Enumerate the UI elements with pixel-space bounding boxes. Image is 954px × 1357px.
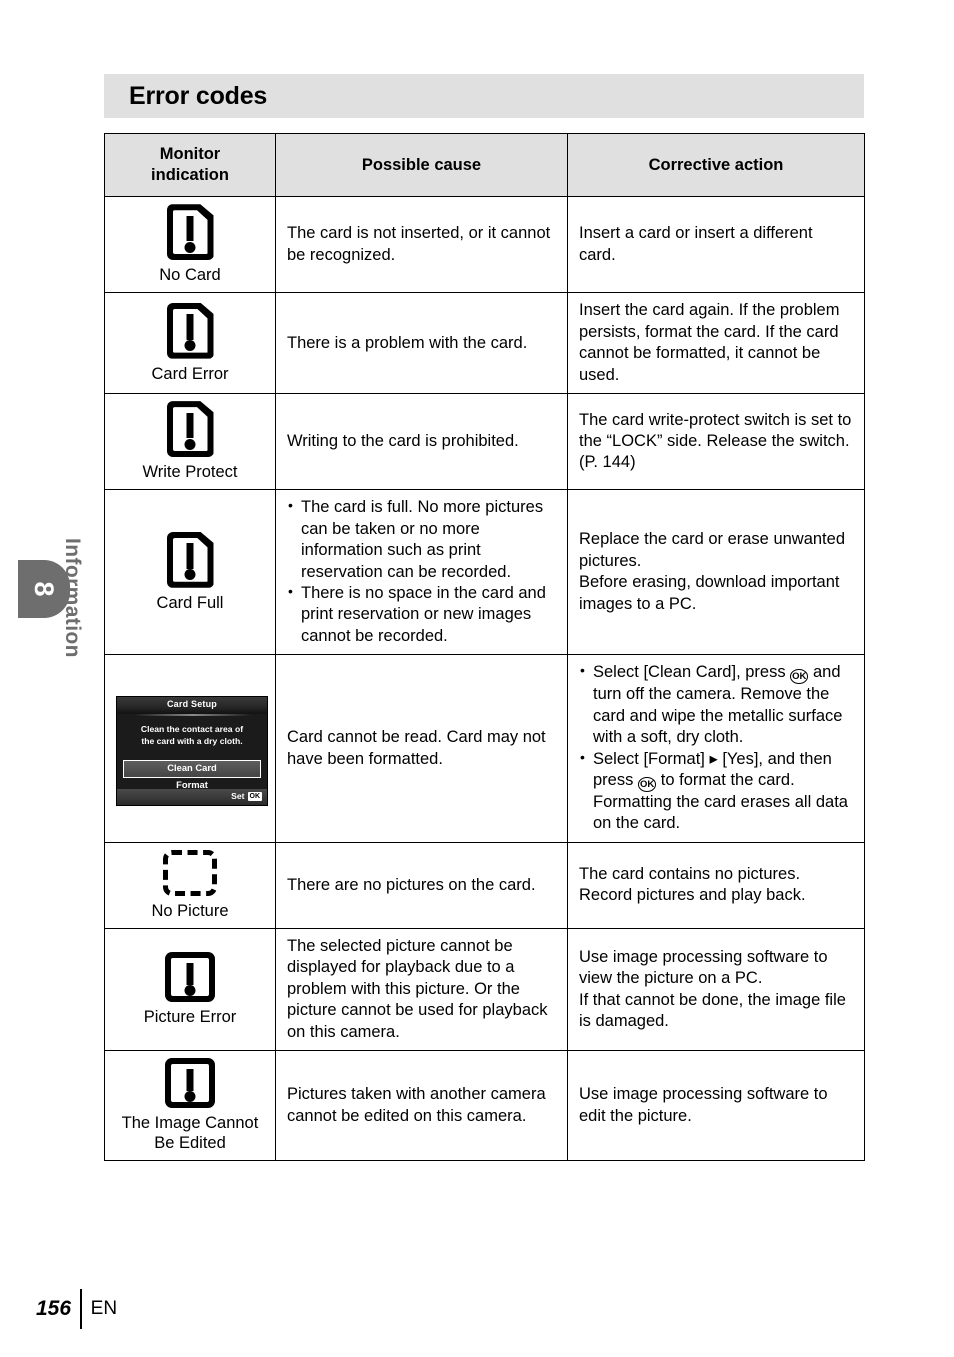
monitor-message-line1: Clean the contact area of <box>140 723 244 734</box>
possible-cause-cell: There are no pictures on the card. <box>275 841 568 930</box>
table-row: The Image Cannot Be Edited Pictures take… <box>104 1050 865 1162</box>
error-codes-table: Monitor indication Possible cause Correc… <box>104 132 865 1162</box>
possible-cause-cell: Writing to the card is prohibited. <box>275 393 568 491</box>
monitor-indication-cell: Write Protect <box>104 393 276 491</box>
action-bullet-list: Select [Clean Card], press OK and turn o… <box>579 661 853 835</box>
card-exclamation-icon <box>166 302 214 359</box>
monitor-title: Card Setup <box>117 696 267 714</box>
page-number: 156 <box>36 1297 72 1320</box>
monitor-menu-list: Clean Card Format <box>117 760 267 790</box>
monitor-message-line2: the card with a dry cloth. <box>141 736 243 747</box>
monitor-indication-cell: Card Full <box>104 489 276 656</box>
list-item: The card is full. No more pictures can b… <box>287 496 556 583</box>
list-item: Select [Format] ▸ [Yes], and then press … <box>579 748 853 835</box>
action-line: The card contains no pictures. <box>579 865 801 884</box>
corrective-action-cell: Select [Clean Card], press OK and turn o… <box>567 654 865 843</box>
page-title: Error codes <box>129 81 268 110</box>
action-line: Before erasing, download important image… <box>579 573 840 613</box>
corrective-action-cell: Insert the card again. If the problem pe… <box>567 292 865 395</box>
action-line: If that cannot be done, the image file i… <box>579 990 846 1031</box>
table-row: Write Protect Writing to the card is pro… <box>104 393 865 491</box>
footer-divider <box>80 1289 82 1329</box>
header-monitor-indication: Monitor indication <box>104 132 276 198</box>
corrective-action-cell: The card write-protect switch is set to … <box>567 393 865 491</box>
icon-label: Write Protect <box>142 463 238 482</box>
camera-monitor-card-setup-screen: Card Setup Clean the contact area of the… <box>116 695 268 806</box>
corrective-action-cell: The card contains no pictures. Record pi… <box>567 841 865 930</box>
monitor-indication-cell: Card Error <box>104 292 276 395</box>
action-line: Use image processing software to view th… <box>579 947 828 988</box>
monitor-menu-item-clean-card[interactable]: Clean Card <box>123 760 261 778</box>
icon-label: No Card <box>159 266 221 285</box>
square-exclamation-icon <box>165 1058 215 1109</box>
page-footer: 156 EN <box>36 1289 117 1329</box>
monitor-footer: Set OK <box>117 788 267 805</box>
monitor-indication-cell: No Card <box>104 196 276 294</box>
action-text-pre: Select [Clean Card], press <box>593 663 791 682</box>
square-exclamation-icon <box>165 952 215 1003</box>
header-corrective-action: Corrective action <box>567 132 865 198</box>
action-line: Replace the card or erase unwanted pictu… <box>579 530 845 570</box>
cause-bullet-list: The card is full. No more pictures can b… <box>287 496 556 647</box>
table-header-row: Monitor indication Possible cause Correc… <box>104 132 865 198</box>
section-title-band: Error codes <box>104 74 864 118</box>
icon-label-line1: The Image Cannot <box>121 1114 259 1133</box>
ok-button-icon: OK <box>790 669 809 685</box>
possible-cause-cell: Card cannot be read. Card may not have b… <box>275 654 568 843</box>
table-row: Card Error There is a problem with the c… <box>104 292 865 395</box>
header-monitor-indication-line1: Monitor <box>159 145 221 163</box>
possible-cause-cell: There is a problem with the card. <box>275 292 568 395</box>
icon-label: Card Error <box>151 364 229 383</box>
icon-label: No Picture <box>151 901 229 920</box>
possible-cause-cell: The card is not inserted, or it cannot b… <box>275 196 568 294</box>
card-exclamation-icon <box>166 204 214 261</box>
monitor-indication-cell: Picture Error <box>104 928 276 1052</box>
monitor-indication-cell: Card Setup Clean the contact area of the… <box>104 654 276 843</box>
chapter-rail: 8 Information <box>18 538 84 658</box>
possible-cause-cell: The selected picture cannot be displayed… <box>275 928 568 1052</box>
dashed-frame-icon <box>163 849 217 896</box>
icon-label: Picture Error <box>143 1008 237 1027</box>
corrective-action-cell: Use image processing software to view th… <box>567 928 865 1052</box>
table-row: Picture Error The selected picture canno… <box>104 928 865 1052</box>
icon-label: Card Full <box>156 593 224 612</box>
table-row: No Card The card is not inserted, or it … <box>104 196 865 294</box>
list-item: There is no space in the card and print … <box>287 582 556 647</box>
action-line: Record pictures and play back. <box>579 886 806 905</box>
corrective-action-cell: Insert a card or insert a different card… <box>567 196 865 294</box>
possible-cause-cell: The card is full. No more pictures can b… <box>275 489 568 656</box>
monitor-indication-cell: No Picture <box>104 841 276 930</box>
ok-button-icon: OK <box>247 792 262 802</box>
card-exclamation-icon <box>166 531 214 588</box>
ok-button-icon: OK <box>637 777 657 793</box>
monitor-footer-label: Set <box>231 791 245 801</box>
corrective-action-cell: Use image processing software to edit th… <box>567 1050 865 1162</box>
table-row: Card Setup Clean the contact area of the… <box>104 654 865 843</box>
card-exclamation-icon <box>166 401 214 458</box>
corrective-action-cell: Replace the card or erase unwanted pictu… <box>567 489 865 656</box>
list-item: Select [Clean Card], press OK and turn o… <box>579 661 853 748</box>
table-row: No Picture There are no pictures on the … <box>104 841 865 930</box>
icon-label-line2: Be Edited <box>154 1134 226 1153</box>
chapter-name: Information <box>61 538 84 658</box>
possible-cause-cell: Pictures taken with another camera canno… <box>275 1050 568 1162</box>
header-possible-cause: Possible cause <box>275 132 568 198</box>
table-row: Card Full The card is full. No more pict… <box>104 489 865 656</box>
manual-page: 8 Information Error codes Monitor indica… <box>0 0 954 1357</box>
monitor-message: Clean the contact area of the card with … <box>117 716 267 749</box>
icon-label: The Image Cannot Be Edited <box>116 1113 264 1153</box>
header-monitor-indication-line2: indication <box>151 166 229 185</box>
language-code: EN <box>90 1298 118 1319</box>
monitor-indication-cell: The Image Cannot Be Edited <box>104 1050 276 1162</box>
